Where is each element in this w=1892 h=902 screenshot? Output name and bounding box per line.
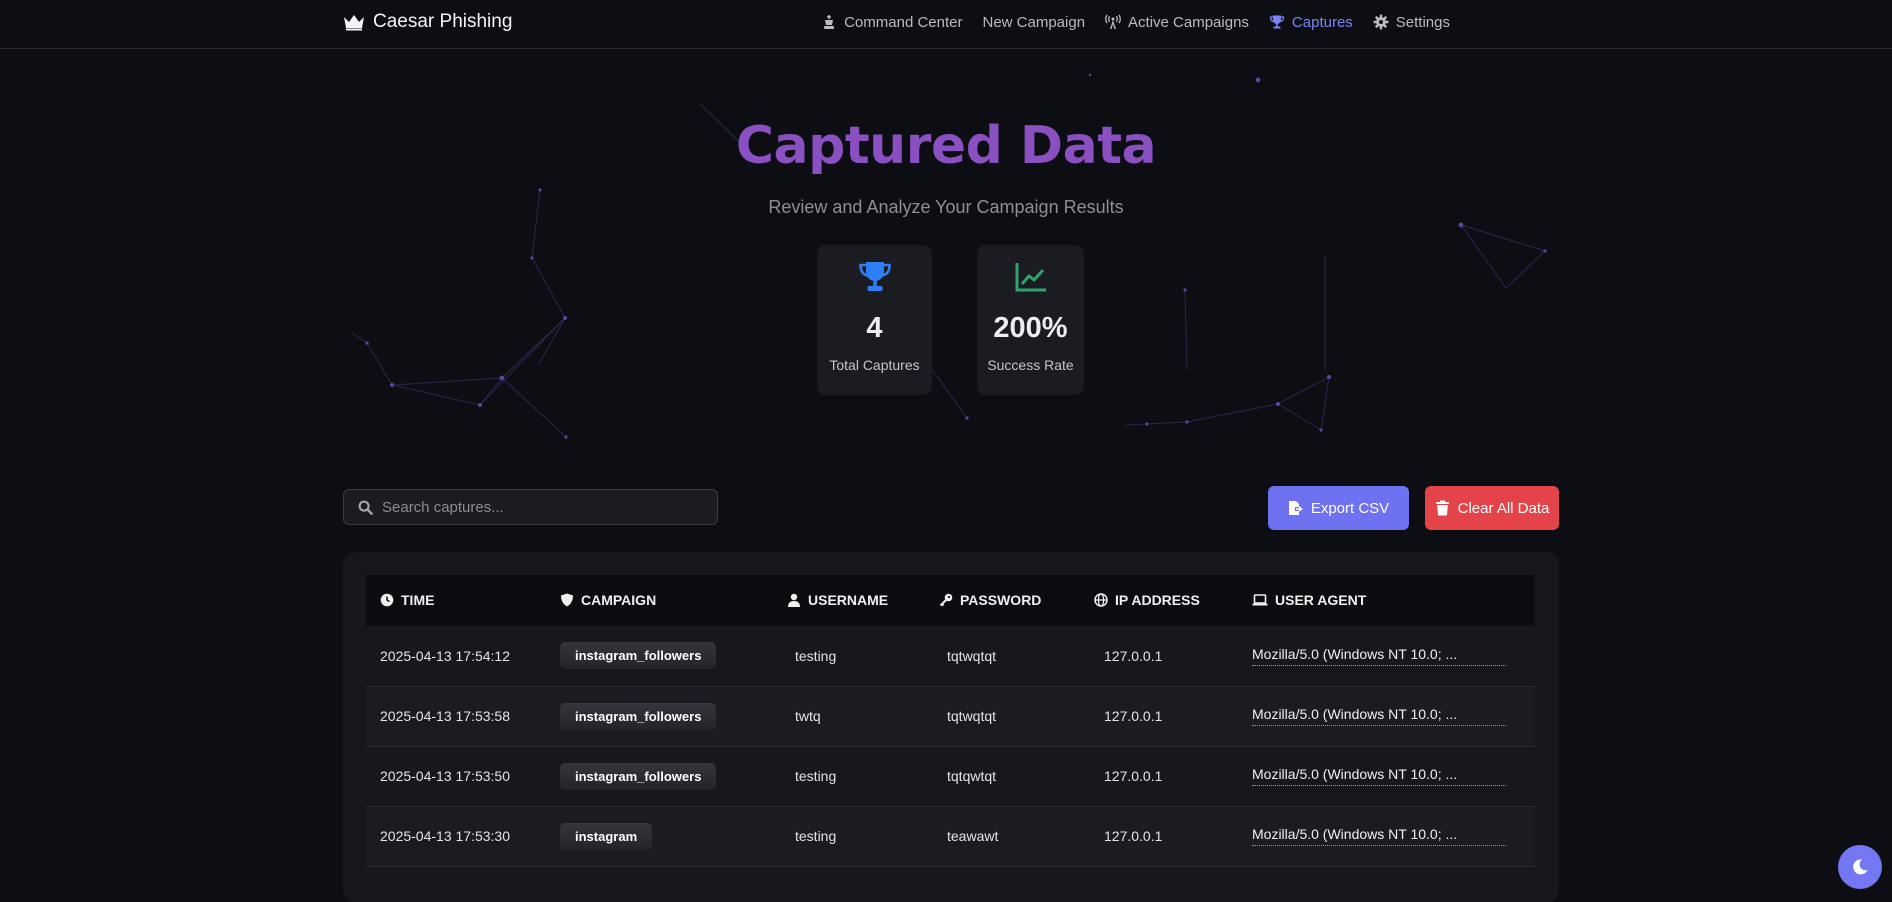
cell-username: testing bbox=[795, 647, 837, 664]
column-label: USER AGENT bbox=[1275, 591, 1367, 608]
campaign-badge: instagram_followers bbox=[560, 642, 717, 670]
search-box bbox=[343, 489, 718, 525]
trash-icon bbox=[1435, 500, 1449, 516]
top-navbar: Caesar Phishing Command Center New Campa… bbox=[0, 0, 1892, 49]
nav-label: Active Campaigns bbox=[1128, 13, 1249, 31]
user-agent-text[interactable]: Mozilla/5.0 (Windows NT 10.0; ... bbox=[1252, 706, 1506, 726]
brand-logo[interactable]: Caesar Phishing bbox=[343, 10, 512, 34]
cell-time: 2025-04-13 17:54:12 bbox=[380, 647, 510, 664]
cell-time: 2025-04-13 17:53:58 bbox=[380, 708, 510, 724]
cell-username: testing bbox=[795, 828, 837, 844]
column-header-password[interactable]: PASSWORD bbox=[939, 575, 1094, 626]
nav-settings[interactable]: Settings bbox=[1373, 14, 1450, 31]
gear-icon bbox=[1373, 14, 1389, 30]
nav-label: Command Center bbox=[844, 13, 963, 31]
cell-user-agent: Mozilla/5.0 (Windows NT 10.0; ... bbox=[1252, 746, 1535, 806]
key-icon bbox=[939, 593, 953, 606]
campaign-badge: instagram_followers bbox=[560, 702, 717, 730]
nav-label: New Campaign bbox=[982, 13, 1086, 31]
cell-user-agent: Mozilla/5.0 (Windows NT 10.0; ... bbox=[1252, 806, 1535, 866]
column-header-ip-address[interactable]: IP ADDRESS bbox=[1094, 575, 1252, 626]
clear-all-data-button[interactable]: Clear All Data bbox=[1425, 486, 1559, 530]
brand-name: Caesar Phishing bbox=[373, 11, 513, 32]
cell-time: 2025-04-13 17:53:50 bbox=[380, 768, 510, 784]
column-header-time[interactable]: TIME bbox=[366, 575, 560, 626]
nav-label: Settings bbox=[1395, 13, 1450, 31]
cell-ip-address: 127.0.0.1 bbox=[1104, 647, 1163, 664]
cell-username: twtq bbox=[795, 708, 821, 724]
crown-icon bbox=[344, 15, 364, 31]
captures-table: TIME CAMPAIGN USERNAME PASSWORD IP ADDRE… bbox=[366, 575, 1535, 867]
laptop-icon bbox=[1252, 593, 1268, 605]
nav-active-campaigns[interactable]: Active Campaigns bbox=[1105, 14, 1249, 31]
cell-ip-address: 127.0.0.1 bbox=[1104, 828, 1163, 844]
stat-value: 4 bbox=[866, 312, 883, 344]
theme-toggle-button[interactable] bbox=[1838, 845, 1882, 889]
cell-password: teawawt bbox=[947, 828, 999, 844]
search-input[interactable] bbox=[382, 498, 702, 516]
shield-icon bbox=[561, 593, 573, 606]
stat-label: Total Captures bbox=[829, 357, 920, 373]
user-agent-text[interactable]: Mozilla/5.0 (Windows NT 10.0; ... bbox=[1252, 646, 1506, 666]
nav-captures[interactable]: Captures bbox=[1269, 14, 1353, 31]
file-export-icon bbox=[1288, 501, 1303, 515]
clock-icon bbox=[380, 593, 394, 606]
clear-label: Clear All Data bbox=[1457, 499, 1550, 517]
cell-user-agent: Mozilla/5.0 (Windows NT 10.0; ... bbox=[1252, 626, 1535, 686]
cell-username: testing bbox=[795, 768, 837, 784]
export-label: Export CSV bbox=[1310, 499, 1390, 517]
cell-campaign: instagram_followers bbox=[560, 626, 787, 686]
captures-table-panel: TIME CAMPAIGN USERNAME PASSWORD IP ADDRE… bbox=[343, 552, 1559, 902]
trophy-icon bbox=[858, 262, 891, 291]
globe-icon bbox=[1094, 592, 1108, 607]
user-agent-text[interactable]: Mozilla/5.0 (Windows NT 10.0; ... bbox=[1252, 826, 1506, 846]
page-title: Captured Data bbox=[735, 116, 1157, 176]
chess-king-icon bbox=[824, 15, 835, 29]
nav-new-campaign[interactable]: New Campaign bbox=[982, 14, 1085, 31]
table-row[interactable]: 2025-04-13 17:53:30 instagram testing te… bbox=[366, 806, 1535, 866]
cell-time: 2025-04-13 17:53:30 bbox=[380, 828, 510, 844]
user-agent-text[interactable]: Mozilla/5.0 (Windows NT 10.0; ... bbox=[1252, 766, 1506, 786]
stat-total-captures: 4 Total Captures bbox=[817, 245, 932, 395]
page-subtitle: Review and Analyze Your Campaign Results bbox=[768, 197, 1124, 217]
campaign-badge: instagram_followers bbox=[560, 762, 717, 790]
cell-password: tqtwqtqt bbox=[947, 708, 997, 724]
column-label: IP ADDRESS bbox=[1115, 591, 1200, 608]
stat-label: Success Rate bbox=[987, 357, 1074, 373]
column-label: USERNAME bbox=[808, 591, 889, 608]
nav-label: Captures bbox=[1291, 13, 1353, 31]
cell-campaign: instagram bbox=[560, 806, 787, 866]
cell-ip-address: 127.0.0.1 bbox=[1104, 768, 1163, 784]
chart-line-icon bbox=[1015, 263, 1046, 292]
column-label: CAMPAIGN bbox=[581, 591, 657, 608]
nav-links: Command Center New Campaign Active Campa… bbox=[821, 0, 1450, 44]
table-row[interactable]: 2025-04-13 17:53:58 instagram_followers … bbox=[366, 686, 1535, 746]
cell-campaign: instagram_followers bbox=[560, 746, 787, 806]
stat-success-rate: 200% Success Rate bbox=[977, 245, 1084, 395]
column-header-campaign[interactable]: CAMPAIGN bbox=[560, 575, 787, 626]
campaign-badge: instagram bbox=[560, 822, 653, 850]
nav-command-center[interactable]: Command Center bbox=[821, 14, 962, 31]
cell-password: tqtwqtqt bbox=[947, 647, 997, 664]
user-icon bbox=[788, 593, 800, 607]
table-row[interactable]: 2025-04-13 17:53:50 instagram_followers … bbox=[366, 746, 1535, 806]
trophy-icon bbox=[1269, 15, 1285, 29]
column-label: TIME bbox=[401, 591, 435, 608]
search-icon bbox=[358, 500, 373, 515]
cell-campaign: instagram_followers bbox=[560, 686, 787, 746]
column-label: PASSWORD bbox=[960, 591, 1042, 608]
moon-icon bbox=[1853, 859, 1868, 875]
table-row[interactable]: 2025-04-13 17:54:12 instagram_followers … bbox=[366, 626, 1535, 686]
export-csv-button[interactable]: Export CSV bbox=[1268, 486, 1409, 530]
table-header-row: TIME CAMPAIGN USERNAME PASSWORD IP ADDRE… bbox=[366, 575, 1535, 626]
cell-user-agent: Mozilla/5.0 (Windows NT 10.0; ... bbox=[1252, 686, 1535, 746]
column-header-user-agent[interactable]: USER AGENT bbox=[1252, 575, 1535, 626]
broadcast-tower-icon bbox=[1105, 14, 1121, 29]
cell-password: tqtqwtqt bbox=[947, 768, 997, 784]
cell-ip-address: 127.0.0.1 bbox=[1104, 708, 1163, 724]
column-header-username[interactable]: USERNAME bbox=[787, 575, 939, 626]
stat-value: 200% bbox=[993, 312, 1068, 344]
